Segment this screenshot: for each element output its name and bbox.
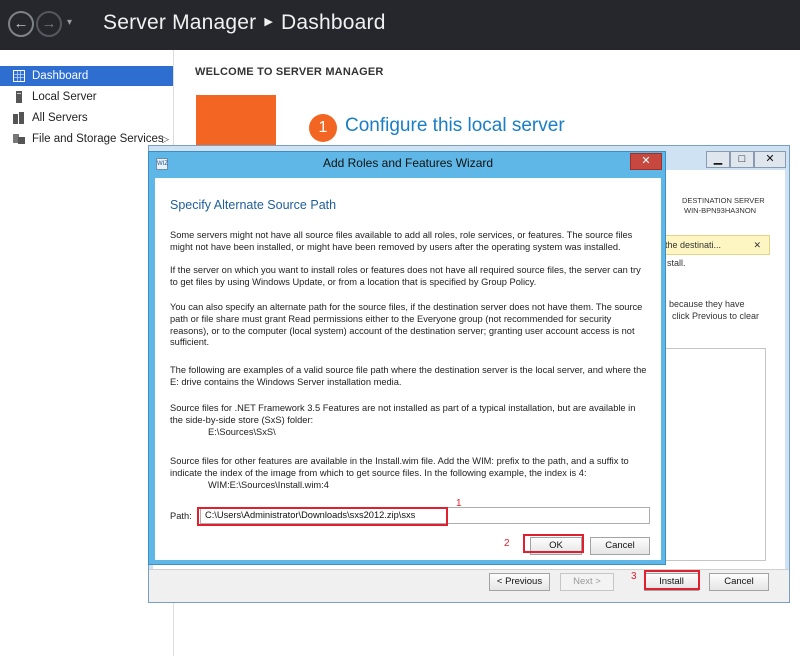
background-text: because they have (669, 299, 745, 309)
back-arrow-icon[interactable]: ← (8, 11, 34, 37)
breadcrumb-app[interactable]: Server Manager (103, 11, 256, 34)
cancel-button[interactable]: Cancel (590, 537, 650, 555)
servers-icon (13, 112, 24, 124)
storage-icon (13, 134, 25, 144)
sidebar-item-label: All Servers (32, 112, 88, 124)
sidebar-item-label: File and Storage Services (32, 133, 164, 145)
dialog-heading: Specify Alternate Source Path (170, 198, 337, 212)
minimize-icon[interactable]: ▁ (706, 151, 730, 168)
step-number-badge: 1 (309, 114, 337, 142)
paragraph: The following are examples of a valid so… (170, 365, 647, 387)
example-wim-path: WIM:E:\Sources\Install.wim:4 (208, 480, 329, 490)
welcome-heading: WELCOME TO SERVER MANAGER (195, 66, 384, 78)
next-button[interactable]: Next > (560, 573, 614, 591)
highlight-path-input (197, 507, 448, 526)
background-text: click Previous to clear (672, 311, 760, 321)
close-icon[interactable]: ✕ (630, 153, 662, 170)
warning-banner: the destinati... ✕ (660, 235, 770, 255)
sidebar-item-all-servers[interactable]: All Servers (0, 108, 173, 128)
destination-server-name: WIN-BPN93HA3NON (684, 206, 757, 215)
forward-arrow-icon[interactable]: → (36, 11, 62, 37)
close-icon[interactable]: ✕ (754, 151, 786, 168)
paragraph: If the server on which you want to insta… (170, 265, 641, 287)
server-icon (16, 91, 22, 103)
maximize-icon[interactable]: □ (730, 151, 754, 168)
previous-button[interactable]: < Previous (489, 573, 550, 591)
title-bar: ← → ▾ Server Manager ▶ Dashboard (0, 0, 800, 50)
dialog-body: Specify Alternate Source Path Some serve… (155, 178, 661, 560)
paragraph: You can also specify an alternate path f… (170, 302, 643, 348)
breadcrumb-separator-icon: ▶ (264, 16, 274, 28)
path-label: Path: (170, 511, 192, 521)
paragraph: Some servers might not have all source f… (170, 230, 633, 252)
history-dropdown-icon[interactable]: ▾ (67, 17, 72, 28)
paragraph: Source files for .NET Framework 3.5 Feat… (170, 403, 636, 425)
dismiss-warning-icon[interactable]: ✕ (753, 236, 761, 254)
example-sxs-path: E:\Sources\SxS\ (208, 427, 276, 437)
sidebar-item-label: Local Server (32, 91, 97, 103)
annotation-number: 2 (504, 538, 510, 549)
annotation-number: 1 (456, 498, 462, 509)
configure-local-server-link[interactable]: Configure this local server (345, 115, 565, 137)
dashboard-grid-icon (13, 70, 25, 82)
sidebar-item-local-server[interactable]: Local Server (0, 87, 173, 107)
background-text: stall. (667, 258, 686, 268)
sidebar-item-dashboard[interactable]: Dashboard (0, 66, 173, 86)
sidebar-item-label: Dashboard (32, 70, 89, 82)
annotation-number: 3 (631, 571, 637, 582)
wizard-cancel-button[interactable]: Cancel (709, 573, 769, 591)
alternate-source-dialog: WIZ Add Roles and Features Wizard ✕ Spec… (148, 151, 666, 565)
breadcrumb-page: Dashboard (281, 11, 386, 34)
highlight-install-button (644, 570, 700, 590)
features-list[interactable] (660, 348, 766, 561)
warning-text: the destinati... (665, 240, 722, 250)
breadcrumb: Server Manager ▶ Dashboard (103, 11, 386, 35)
paragraph: Source files for other features are avai… (170, 456, 629, 478)
dialog-title: Add Roles and Features Wizard (322, 156, 494, 170)
destination-server-label: DESTINATION SERVER (682, 196, 765, 205)
highlight-ok-button (523, 534, 584, 553)
